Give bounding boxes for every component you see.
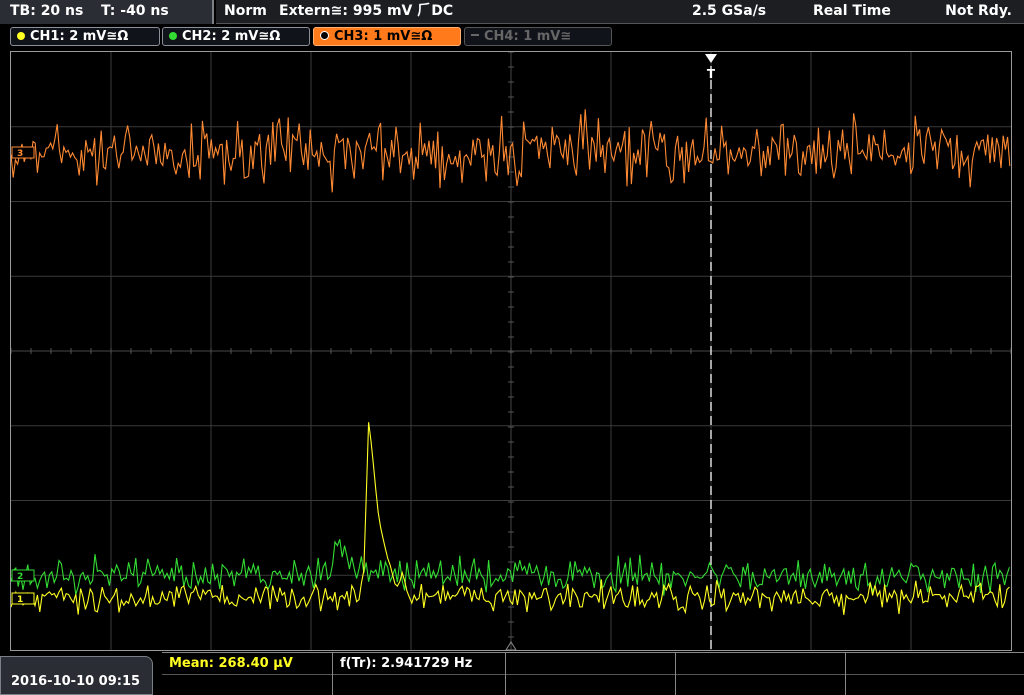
measurement-cell-divider (505, 653, 506, 695)
mean-measurement: Mean: 268.40 µV (169, 656, 293, 671)
ch1-label: CH1: 2 mV≅Ω (30, 29, 129, 44)
trigger-mode-label: Norm (224, 3, 267, 19)
ch3-label: CH3: 1 mV≅Ω (334, 29, 433, 44)
ch2-waveform (11, 539, 1010, 596)
ready-state-label: Not Rdy. (945, 3, 1012, 19)
timebase-label: TB: 20 ns (10, 3, 84, 19)
ch4-label: CH4: 1 mV≅ (484, 29, 572, 44)
acquisition-box[interactable]: Norm Extern≅: 995 mV ⺁DC 2.5 GSa/s Real … (216, 0, 1024, 24)
datetime-label: 2016-10-10 09:15 (11, 674, 141, 689)
ch2-label: CH2: 2 mV≅Ω (182, 29, 281, 44)
trigger-arrow-icon (705, 54, 717, 63)
trigger-time-label: T: -40 ns (101, 3, 169, 19)
ch3-ref-label: 3 (17, 149, 23, 159)
trigger-marker: T (707, 67, 716, 81)
channel-bar: CH1: 2 mV≅Ω CH2: 2 mV≅Ω CH3: 1 mV≅Ω CH4:… (0, 26, 1024, 48)
measurement-cell-divider (332, 653, 333, 695)
waveform-svg: T 3 2 1 (11, 52, 1011, 650)
measurement-panel[interactable]: Mean: 268.40 µV f(Tr): 2.941729 Hz (162, 652, 1024, 695)
ch1-ref-label: 1 (17, 595, 23, 605)
ch2-color-dot (169, 32, 177, 40)
ch1-waveform (11, 422, 1010, 615)
graticule-grid (11, 52, 1011, 650)
waveform-display[interactable]: T 3 2 1 (10, 51, 1012, 651)
channel-2-button[interactable]: CH2: 2 mV≅Ω (162, 27, 310, 46)
sample-rate-label: 2.5 GSa/s (692, 3, 767, 19)
status-bar: TB: 20 ns T: -40 ns Norm Extern≅: 995 mV… (0, 0, 1024, 25)
measurement-row-divider (162, 674, 1024, 675)
channel-3-button[interactable]: CH3: 1 mV≅Ω (313, 27, 461, 46)
ch2-ref-label: 2 (17, 572, 23, 582)
ch4-off-icon (471, 34, 479, 36)
channel-1-button[interactable]: CH1: 2 mV≅Ω (10, 27, 160, 46)
ch3-color-dot (320, 31, 329, 40)
acq-mode-label: Real Time (813, 3, 891, 19)
ch1-color-dot (17, 32, 25, 40)
datetime-box: 2016-10-10 09:15 (0, 656, 153, 695)
measurement-cell-divider (675, 653, 676, 695)
timebase-box[interactable]: TB: 20 ns T: -40 ns (0, 0, 214, 24)
measurement-cell-divider (845, 653, 846, 695)
trigger-source-label: Extern≅: 995 mV ⺁DC (279, 3, 454, 19)
channel-4-button[interactable]: CH4: 1 mV≅ (464, 27, 612, 46)
frequency-measurement: f(Tr): 2.941729 Hz (340, 656, 473, 671)
